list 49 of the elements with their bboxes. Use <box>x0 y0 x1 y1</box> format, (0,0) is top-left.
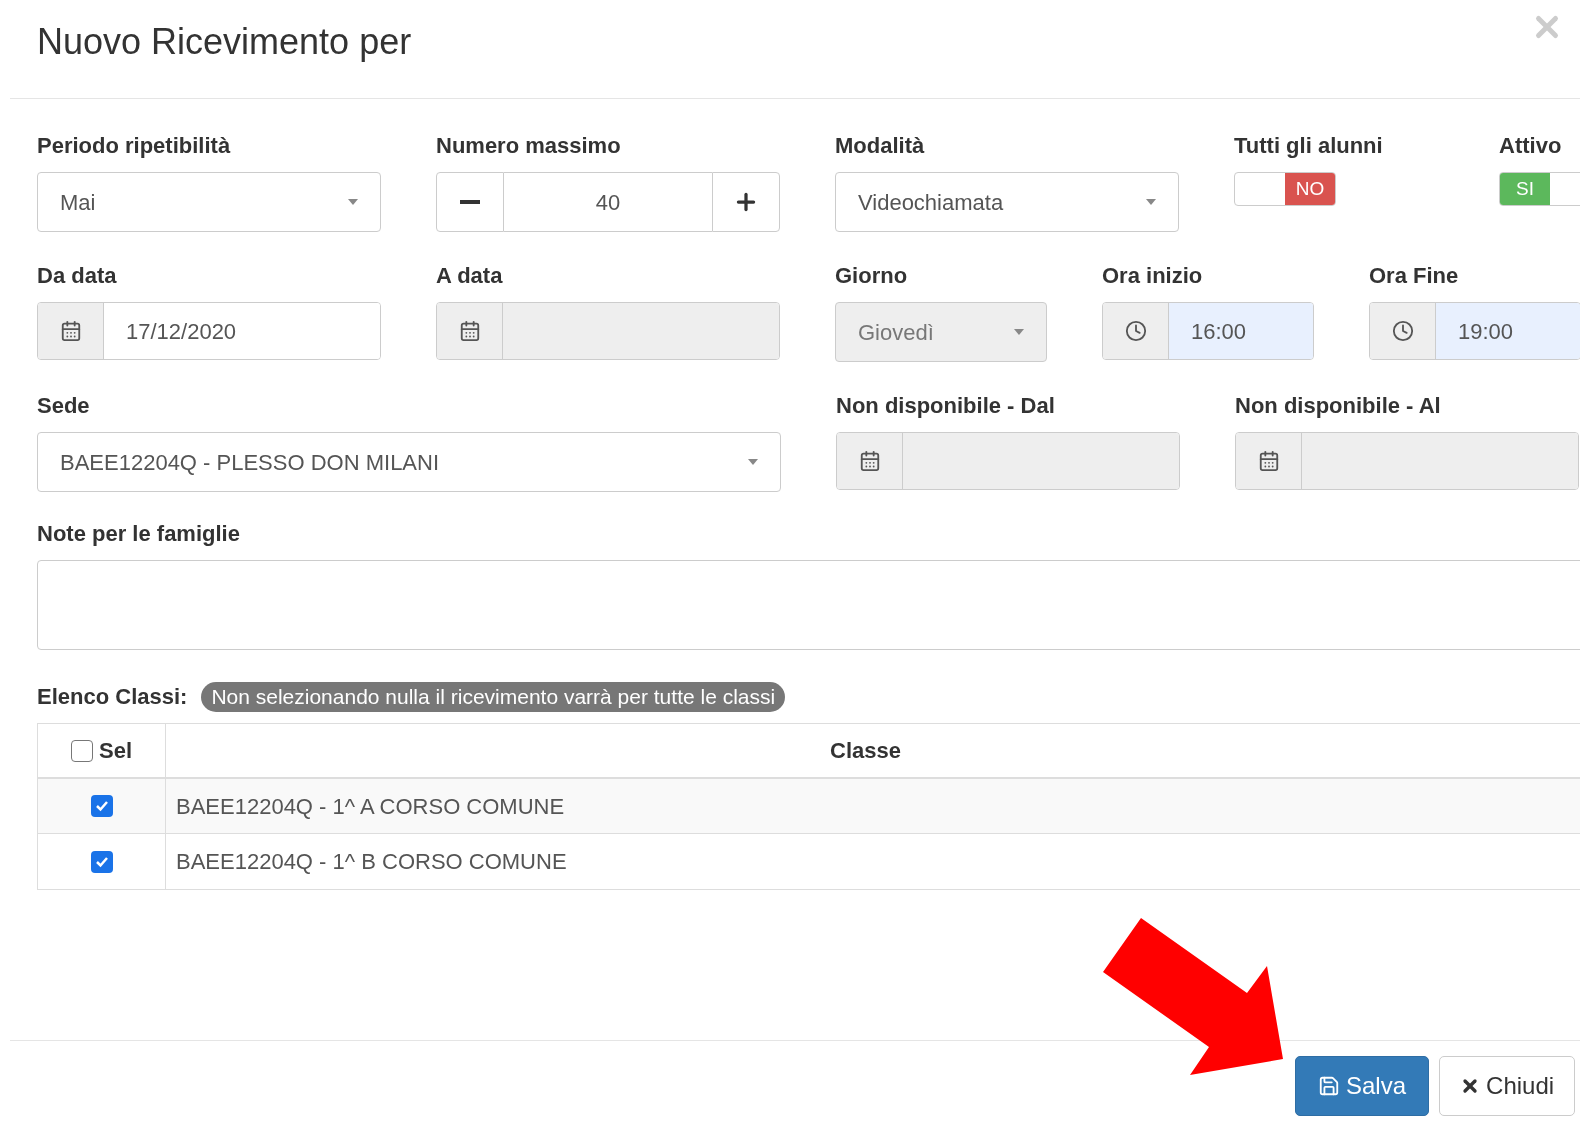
minus-icon <box>460 200 480 204</box>
field-label: Attivo <box>1499 132 1563 160</box>
column-header: Classe <box>830 737 901 765</box>
calendar-icon <box>59 320 82 342</box>
section-label: Elenco Classi: <box>37 683 188 711</box>
dialog-title: Nuovo Ricevimento per <box>37 20 412 64</box>
field-label: Ora inizio <box>1102 262 1204 290</box>
increment-button[interactable] <box>712 172 780 232</box>
checkbox[interactable] <box>90 850 113 873</box>
close-button[interactable]: Chiudi <box>1439 1056 1576 1116</box>
decrement-button[interactable] <box>436 172 504 232</box>
caret-icon <box>1146 199 1156 205</box>
select-field[interactable]: Mai <box>37 172 381 232</box>
save-button[interactable]: Salva <box>1295 1056 1430 1116</box>
save-icon <box>1318 1075 1340 1097</box>
info-badge: Non selezionando nulla il ricevimento varrà per tutte le classi <box>201 681 786 712</box>
clock-icon <box>1391 320 1414 342</box>
number-field[interactable]: 40 <box>504 172 712 232</box>
calendar-icon <box>458 320 481 342</box>
select-field[interactable]: Videochiamata <box>835 172 1179 232</box>
table-cell-text: BAEE12204Q - 1^ B CORSO COMUNE <box>176 848 567 876</box>
clock-icon <box>1124 320 1147 342</box>
field-label: A data <box>436 262 504 290</box>
caret-icon <box>1014 329 1024 335</box>
field-label: Numero massimo <box>436 132 622 160</box>
date-field[interactable]: 17/12/2020 <box>37 302 381 360</box>
field-label: Da data <box>37 262 118 290</box>
table-cell-text: BAEE12204Q - 1^ A CORSO COMUNE <box>176 792 565 821</box>
select-field[interactable]: BAEE12204Q - PLESSO DON MILANI <box>37 432 781 492</box>
field-label: Ora Fine <box>1369 262 1460 290</box>
column-header: Sel <box>99 737 132 765</box>
caret-icon <box>348 199 358 205</box>
toggle-switch[interactable]: NO <box>1234 172 1336 206</box>
field-label: Giorno <box>835 262 909 290</box>
field-label: Tutti gli alunni <box>1234 132 1384 160</box>
caret-icon <box>748 459 758 465</box>
calendar-icon <box>858 450 881 472</box>
checkbox[interactable] <box>71 739 93 762</box>
field-label: Non disponibile - Dal <box>836 392 1056 420</box>
notes-textarea[interactable] <box>37 560 1580 650</box>
field-label: Non disponibile - Al <box>1235 392 1442 420</box>
field-label: Sede <box>37 392 91 420</box>
calendar-icon <box>1257 450 1280 472</box>
checkbox[interactable] <box>90 795 113 817</box>
field-label: Periodo ripetibilità <box>37 132 232 160</box>
time-field[interactable]: 16:00 <box>1102 302 1314 360</box>
field-label: Note per le famiglie <box>37 520 240 548</box>
time-field[interactable]: 19:00 <box>1369 302 1580 360</box>
field-label: Modalità <box>835 132 926 160</box>
